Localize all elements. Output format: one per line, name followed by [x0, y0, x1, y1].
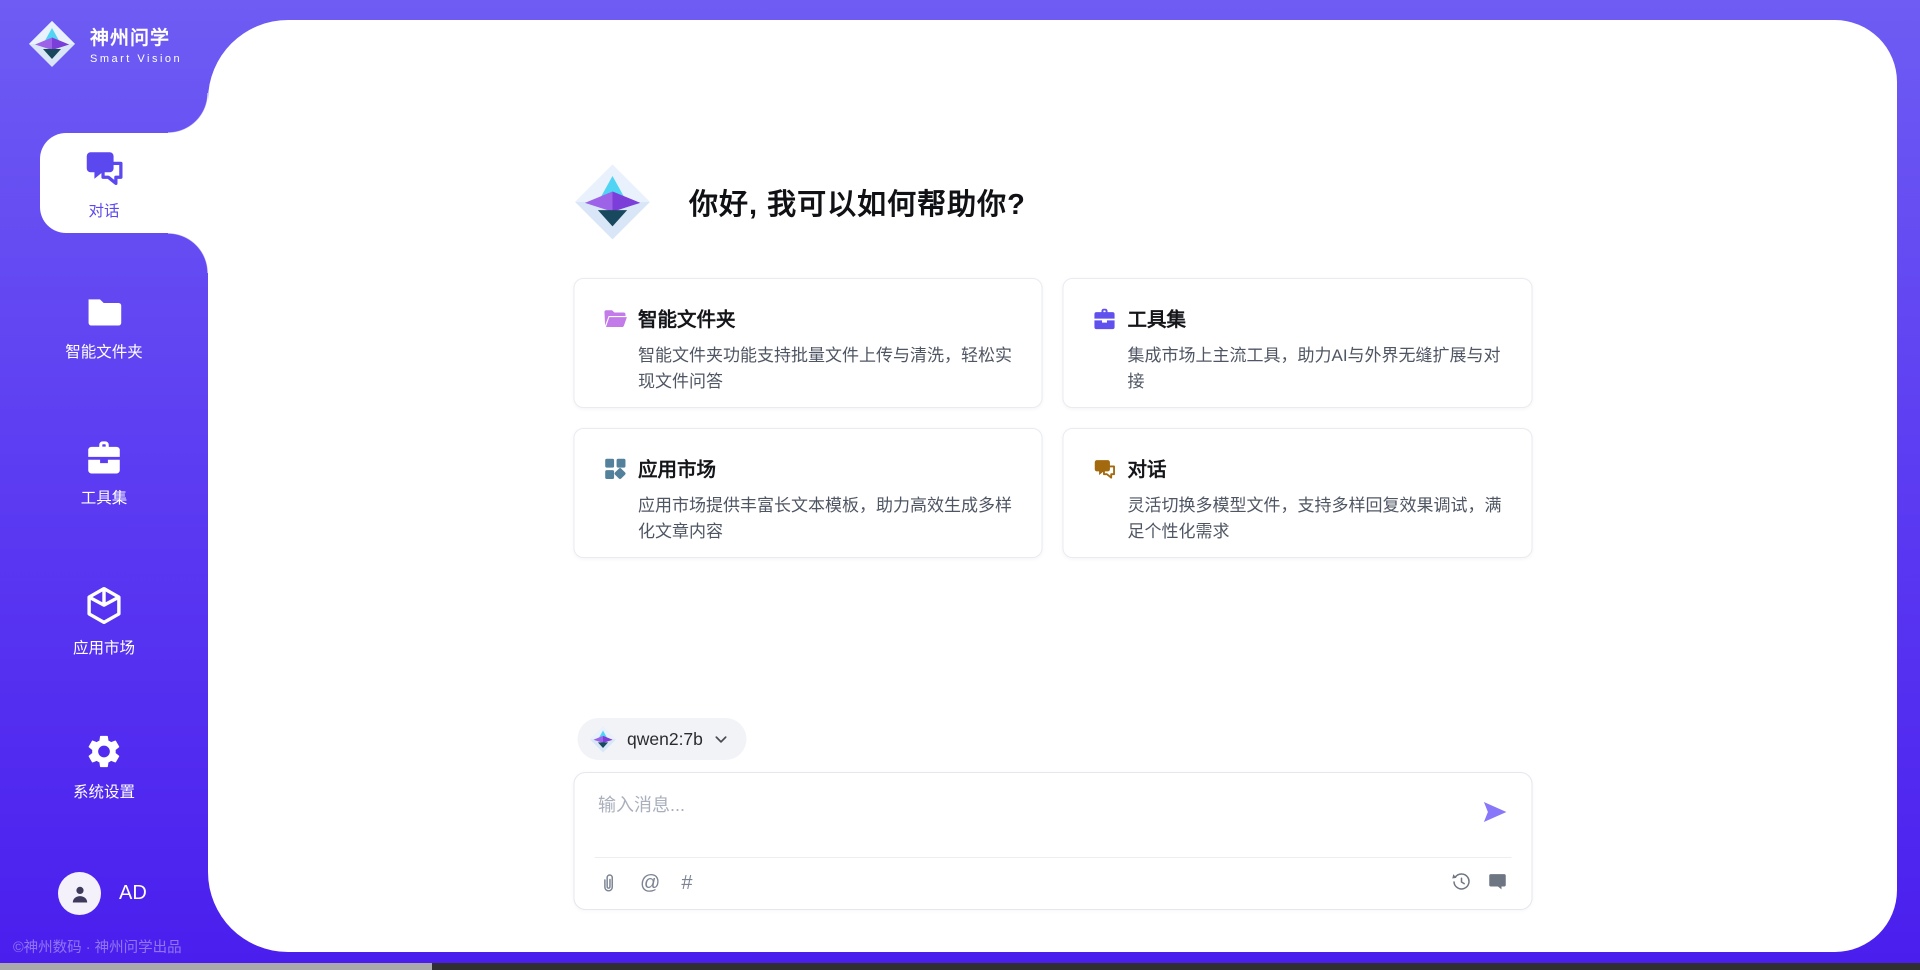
card-desc: 智能文件夹功能支持批量文件上传与清洗，轻松实现文件问答 — [638, 343, 1014, 394]
briefcase-icon — [82, 438, 126, 477]
attachment-icon[interactable] — [598, 871, 619, 894]
chat-icon — [1092, 456, 1118, 482]
sidebar-item-label: 工具集 — [81, 486, 128, 508]
card-chat[interactable]: 对话 灵活切换多模型文件，支持多样回复效果调试，满足个性化需求 — [1063, 428, 1533, 558]
horizontal-scrollbar[interactable] — [0, 963, 1920, 970]
card-smart-folder[interactable]: 智能文件夹 智能文件夹功能支持批量文件上传与清洗，轻松实现文件问答 — [573, 278, 1043, 408]
card-title: 智能文件夹 — [638, 303, 1014, 332]
card-toolset[interactable]: 工具集 集成市场上主流工具，助力AI与外界无缝扩展与对接 — [1063, 278, 1533, 408]
cube-icon — [80, 584, 128, 627]
sidebar-item-app-market[interactable]: 应用市场 — [0, 584, 208, 658]
sidebar-item-label: 智能文件夹 — [65, 340, 143, 362]
message-input[interactable] — [598, 791, 1458, 849]
feature-cards: 智能文件夹 智能文件夹功能支持批量文件上传与清洗，轻松实现文件问答 工具集 集成… — [573, 278, 1532, 558]
card-app-market[interactable]: 应用市场 应用市场提供丰富长文本模板，助力高效生成多样化文章内容 — [573, 428, 1043, 558]
sidebar-item-chat[interactable]: 对话 — [0, 133, 208, 233]
briefcase-icon — [1092, 306, 1118, 332]
chevron-down-icon — [714, 732, 729, 747]
sidebar-item-label: 对话 — [88, 199, 119, 221]
folder-open-icon — [602, 306, 628, 332]
main-panel: 你好, 我可以如何帮助你? 智能文件夹 智能文件夹功能支持批量文件上传与清洗，轻… — [208, 20, 1897, 952]
brand-name: 神州问学 — [90, 23, 182, 50]
sidebar: 神州问学 Smart Vision 对话 智能文件夹 工具集 应用市场 系统设置… — [0, 0, 208, 970]
welcome-block: 你好, 我可以如何帮助你? — [573, 160, 1026, 244]
sidebar-item-smart-folder[interactable]: 智能文件夹 — [0, 292, 208, 362]
message-composer: @ # — [573, 772, 1532, 910]
sidebar-item-settings[interactable]: 系统设置 — [0, 732, 208, 802]
sidebar-item-label: 应用市场 — [73, 636, 135, 658]
brand-logo-icon — [28, 20, 76, 68]
card-title: 应用市场 — [638, 453, 1014, 482]
copyright-text: ©神州数码 · 神州问学出品 — [13, 936, 182, 957]
sidebar-item-toolset[interactable]: 工具集 — [0, 438, 208, 508]
model-name: qwen2:7b — [627, 729, 703, 750]
history-icon[interactable] — [1451, 872, 1471, 892]
scrollbar-thumb[interactable] — [0, 963, 432, 970]
gear-icon — [82, 732, 126, 771]
grid-icon — [602, 456, 628, 482]
card-desc: 应用市场提供丰富长文本模板，助力高效生成多样化文章内容 — [638, 493, 1014, 544]
card-desc: 集成市场上主流工具，助力AI与外界无缝扩展与对接 — [1128, 343, 1504, 394]
mention-icon[interactable]: @ — [640, 872, 660, 894]
user-profile[interactable]: AD — [58, 872, 147, 915]
person-icon — [68, 882, 92, 906]
brand-subtitle: Smart Vision — [90, 53, 182, 65]
model-logo-icon — [589, 726, 616, 753]
chat-bubble-icon[interactable] — [1487, 871, 1507, 892]
avatar — [58, 872, 101, 915]
chat-icon — [81, 146, 127, 190]
card-title: 对话 — [1128, 453, 1504, 482]
card-desc: 灵活切换多模型文件，支持多样回复效果调试，满足个性化需求 — [1128, 493, 1504, 544]
composer-divider — [594, 857, 1511, 858]
greeting-text: 你好, 我可以如何帮助你? — [689, 181, 1026, 223]
welcome-logo-icon — [573, 160, 651, 244]
send-icon[interactable] — [1481, 799, 1507, 825]
sidebar-item-label: 系统设置 — [73, 780, 135, 802]
brand: 神州问学 Smart Vision — [28, 20, 182, 68]
model-selector[interactable]: qwen2:7b — [577, 718, 747, 760]
hash-icon[interactable]: # — [681, 872, 692, 894]
folder-icon — [81, 292, 127, 331]
user-initials: AD — [119, 882, 147, 905]
card-title: 工具集 — [1128, 303, 1504, 332]
